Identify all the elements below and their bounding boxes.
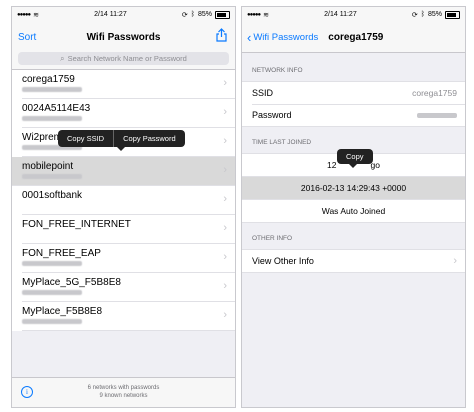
ssid-label: SSID <box>252 88 274 98</box>
toolbar-footer: i 6 networks with passwords 9 known netw… <box>12 377 235 407</box>
wifi-icon: ≋ <box>33 11 39 19</box>
chevron-right-icon: › <box>223 309 227 321</box>
search-bar: ⌕ Search Network Name or Password <box>12 52 235 70</box>
network-info-card: SSID corega1759 Password <box>242 81 465 127</box>
network-detail-screen: ●●●●● ≋ 2/14 11:27 ⟳ ᛒ 85% ‹ Wifi Passwords … <box>241 6 466 408</box>
battery-icon <box>214 10 230 19</box>
known-networks-count: 9 known networks <box>99 393 148 399</box>
status-bar: ●●●●● ≋ 2/14 11:27 ⟳ ᛒ 85% <box>242 7 465 22</box>
page-title: Wifi Passwords <box>86 31 161 43</box>
copy-password-button[interactable]: Copy Password <box>114 130 185 147</box>
redacted-password <box>22 290 82 295</box>
auto-joined-status: Was Auto Joined <box>321 206 386 216</box>
status-bar: ●●●●● ≋ 2/14 11:27 ⟳ ᛒ 85% <box>12 7 235 22</box>
network-name: MyPlace_F5B8E8 <box>22 306 103 317</box>
navigation-bar: ‹ Wifi Passwords corega1759 <box>242 22 465 53</box>
redacted-password <box>22 116 82 121</box>
network-name: mobilepoint <box>22 161 74 172</box>
share-icon[interactable] <box>216 28 227 45</box>
network-name: 0001softbank <box>22 190 83 201</box>
network-name: FON_FREE_INTERNET <box>22 219 131 230</box>
bluetooth-icon: ᛒ <box>190 11 195 18</box>
bluetooth-icon: ᛒ <box>420 11 425 18</box>
copy-menu-popup: Copy SSID Copy Password <box>58 130 185 147</box>
list-item[interactable]: 0024A5114E43 › <box>22 99 235 128</box>
list-item[interactable]: corega1759 › <box>22 70 235 99</box>
chevron-right-icon: › <box>223 222 227 234</box>
search-icon: ⌕ <box>60 53 65 63</box>
status-time: 2/14 11:27 <box>94 11 127 18</box>
signal-strength: ●●●●● <box>247 11 261 18</box>
network-name: corega1759 <box>22 74 75 85</box>
ssid-row[interactable]: SSID corega1759 <box>242 82 465 104</box>
network-name: 0024A5114E43 <box>22 103 91 114</box>
search-placeholder: Search Network Name or Password <box>67 54 187 63</box>
section-header-network-info: NETWORK INFO <box>252 67 303 74</box>
battery-icon <box>444 10 460 19</box>
networks-with-passwords-count: 6 networks with passwords <box>87 385 160 391</box>
redacted-password <box>22 319 82 324</box>
timestamp-row[interactable]: 2016-02-13 14:29:43 +0000 <box>242 176 465 199</box>
page-title: corega1759 <box>328 31 384 43</box>
view-other-info-row[interactable]: View Other Info › <box>242 250 465 272</box>
popup-arrow <box>349 164 357 168</box>
list-item[interactable]: 0001softbank › <box>22 186 235 215</box>
lock-rotation-icon: ⟳ <box>411 11 418 19</box>
network-list-screen: ●●●●● ≋ 2/14 11:27 ⟳ ᛒ 85% Sort Wifi Passwo… <box>11 6 236 408</box>
network-name: Wi2prem <box>22 132 63 143</box>
battery-percent: 85% <box>427 11 442 18</box>
password-label: Password <box>252 110 292 120</box>
list-item[interactable]: MyPlace_F5B8E8 › <box>22 302 235 331</box>
chevron-right-icon: › <box>223 164 227 176</box>
chevron-right-icon: › <box>223 77 227 89</box>
list-item[interactable]: MyPlace_5G_F5B8E8 › <box>22 273 235 302</box>
copy-ssid-button[interactable]: Copy SSID <box>58 130 113 147</box>
popup-arrow <box>117 147 125 151</box>
auto-joined-row: Was Auto Joined <box>242 199 465 222</box>
password-row[interactable]: Password <box>242 104 465 126</box>
redacted-password <box>22 174 82 179</box>
redacted-password <box>417 112 457 118</box>
timestamp: 2016-02-13 14:29:43 +0000 <box>300 183 407 193</box>
lock-rotation-icon: ⟳ <box>181 11 188 19</box>
sort-button[interactable]: Sort <box>12 32 36 43</box>
chevron-right-icon: › <box>223 135 227 147</box>
redacted-password <box>22 261 82 266</box>
copy-popup: Copy <box>337 149 373 164</box>
chevron-right-icon: › <box>223 280 227 292</box>
network-name: MyPlace_5G_F5B8E8 <box>22 277 121 288</box>
chevron-left-icon: ‹ <box>247 29 252 45</box>
list-item[interactable]: FON_FREE_EAP › <box>22 244 235 273</box>
section-header-other-info: OTHER INFO <box>252 235 293 242</box>
network-name: FON_FREE_EAP <box>22 248 101 259</box>
back-label: Wifi Passwords <box>253 31 319 43</box>
status-time: 2/14 11:27 <box>324 11 357 18</box>
chevron-right-icon: › <box>453 255 457 267</box>
other-info-card: View Other Info › <box>242 249 465 273</box>
wifi-icon: ≋ <box>263 11 269 19</box>
search-input[interactable]: ⌕ Search Network Name or Password <box>18 52 229 65</box>
list-item-selected[interactable]: mobilepoint › <box>12 157 235 186</box>
battery-percent: 85% <box>197 11 212 18</box>
view-other-info-label: View Other Info <box>252 256 314 266</box>
signal-strength: ●●●●● <box>17 11 31 18</box>
list-item[interactable]: FON_FREE_INTERNET › <box>22 215 235 244</box>
navigation-bar: Sort Wifi Passwords <box>12 22 235 52</box>
relative-time: 12 <box>327 160 337 170</box>
chevron-right-icon: › <box>223 193 227 205</box>
redacted-password <box>22 87 82 92</box>
back-button[interactable]: ‹ Wifi Passwords <box>242 31 318 44</box>
ssid-value: corega1759 <box>412 88 457 98</box>
chevron-right-icon: › <box>223 106 227 118</box>
network-list: corega1759 › 0024A5114E43 › Wi2prem › mobil… <box>12 70 235 331</box>
chevron-right-icon: › <box>223 251 227 263</box>
copy-button[interactable]: Copy <box>337 149 373 164</box>
